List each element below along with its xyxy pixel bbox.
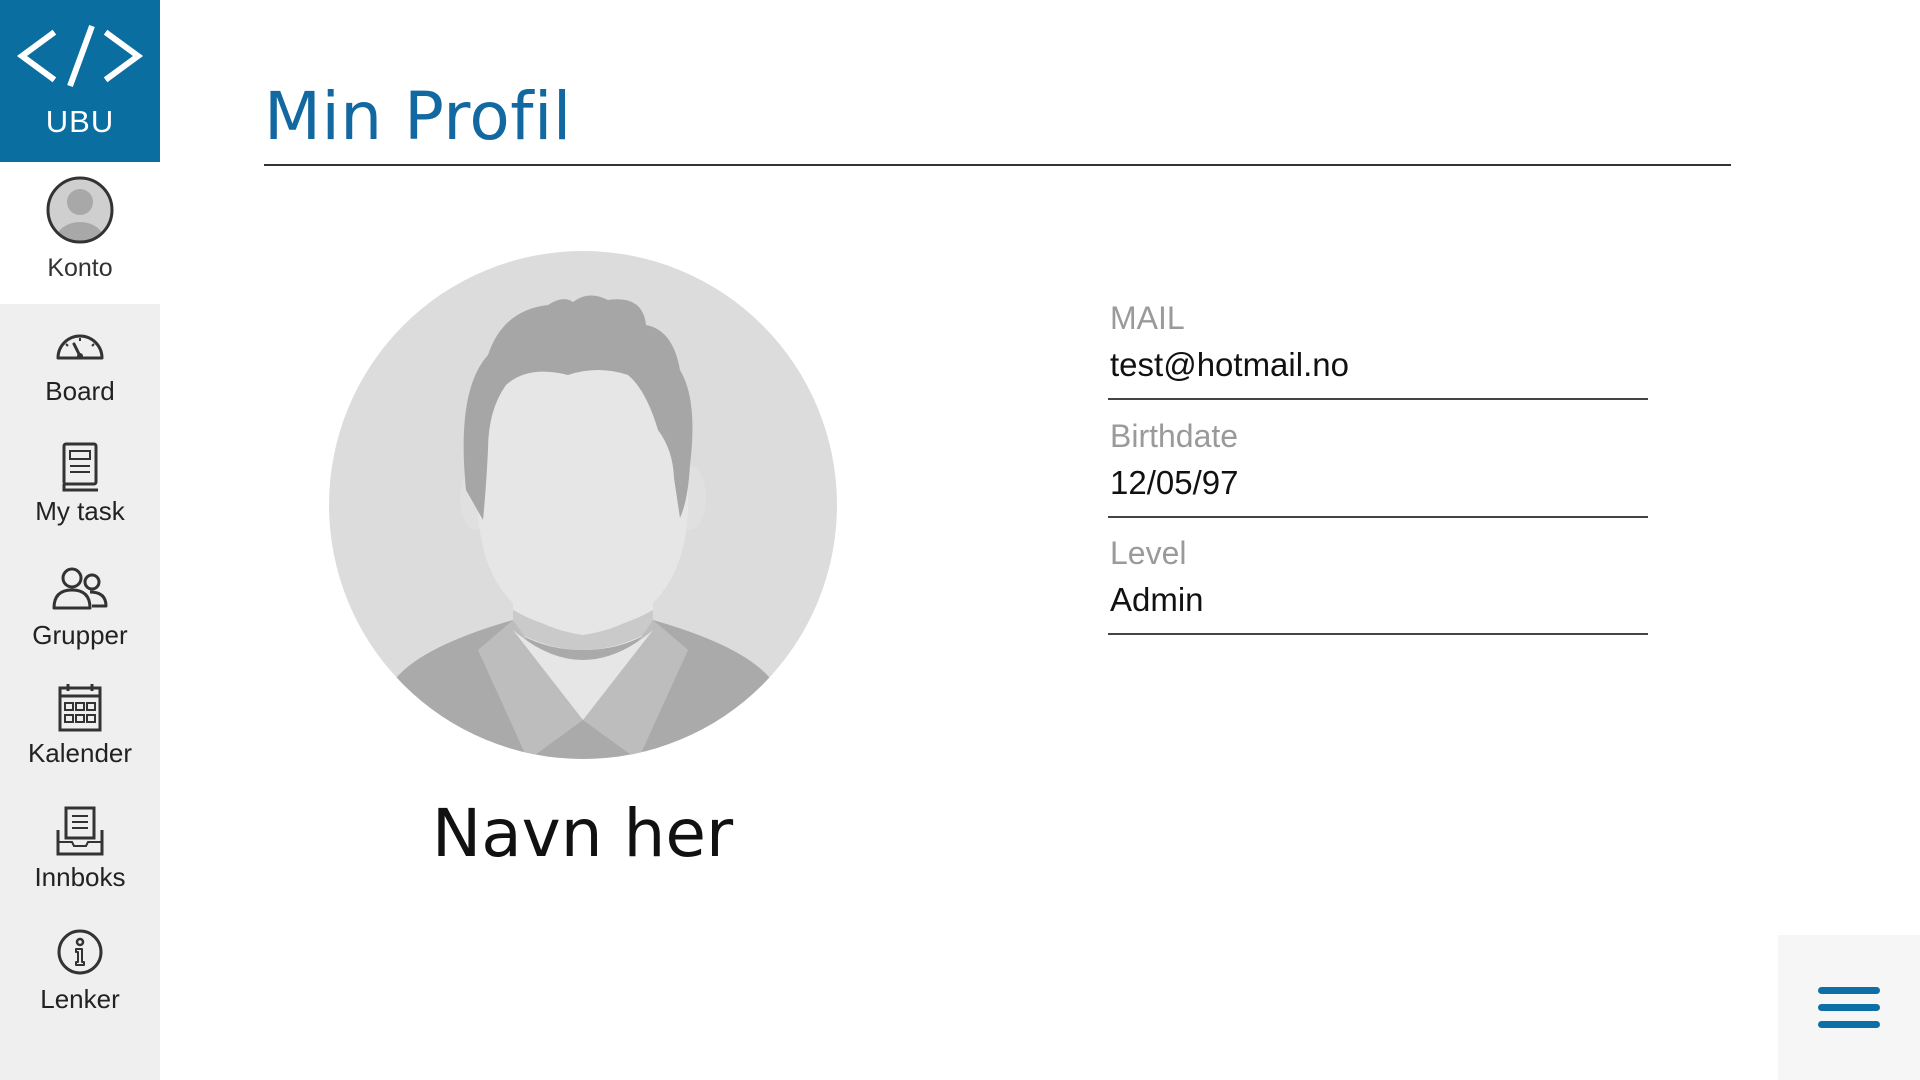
inbox-icon xyxy=(56,806,104,856)
sidebar-item-my-task[interactable]: My task xyxy=(0,440,160,558)
sidebar-item-kalender[interactable]: Kalender xyxy=(0,682,160,800)
sidebar-item-label: Konto xyxy=(47,254,113,282)
field-label: Level xyxy=(1110,535,1187,571)
sidebar-item-innboks[interactable]: Innboks xyxy=(0,806,160,924)
sidebar-item-label: My task xyxy=(35,496,125,526)
profile-name: Navn her xyxy=(431,795,734,872)
field-divider xyxy=(1108,398,1648,400)
logo-text: UBU xyxy=(45,104,115,139)
field-divider xyxy=(1108,633,1648,635)
book-icon xyxy=(62,442,98,492)
field-value: 12/05/97 xyxy=(1110,464,1239,501)
birthdate-field: Birthdate 12/05/97 xyxy=(1108,418,1648,518)
user-avatar-icon xyxy=(46,176,114,244)
field-label: MAIL xyxy=(1110,300,1185,336)
logo[interactable]: UBU xyxy=(0,0,160,162)
code-brackets-icon xyxy=(16,24,144,88)
sidebar-item-konto[interactable]: Konto xyxy=(0,162,160,304)
profile-avatar-icon xyxy=(329,251,837,759)
sidebar-item-lenker[interactable]: Lenker xyxy=(0,928,160,1046)
field-value: test@hotmail.no xyxy=(1110,346,1349,383)
menu-button[interactable] xyxy=(1778,935,1920,1080)
sidebar-item-label: Lenker xyxy=(40,984,120,1014)
sidebar-item-label: Grupper xyxy=(32,620,128,650)
sidebar-item-grupper[interactable]: Grupper xyxy=(0,564,160,682)
calendar-icon xyxy=(58,684,102,732)
page-title: Min Profil xyxy=(264,78,572,155)
sidebar-item-label: Board xyxy=(45,376,115,406)
hamburger-menu-icon xyxy=(1818,987,1880,1028)
mail-field: MAIL test@hotmail.no xyxy=(1108,300,1648,400)
field-value: Admin xyxy=(1110,581,1204,618)
sidebar-item-label: Kalender xyxy=(27,738,133,768)
field-label: Birthdate xyxy=(1110,418,1239,454)
field-divider xyxy=(1108,516,1648,518)
app: UBU Konto Board My task Grupper Kalender… xyxy=(0,0,1920,1080)
users-icon xyxy=(52,567,108,610)
title-divider xyxy=(264,164,1731,166)
gauge-icon xyxy=(56,334,104,360)
sidebar-item-label: Innboks xyxy=(34,862,126,892)
level-field: Level Admin xyxy=(1108,535,1648,635)
sidebar-item-board[interactable]: Board xyxy=(0,320,160,438)
sidebar: UBU Konto Board My task Grupper Kalender… xyxy=(0,0,160,1080)
info-icon xyxy=(57,929,103,975)
